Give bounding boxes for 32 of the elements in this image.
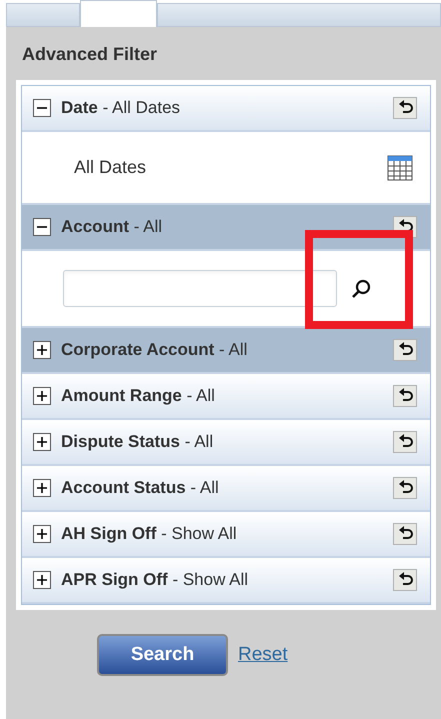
collapse-icon[interactable] — [33, 99, 51, 117]
section-header[interactable]: Account - All — [22, 205, 430, 251]
expand-icon[interactable] — [33, 525, 51, 543]
search-button[interactable]: Search — [97, 634, 228, 676]
reset-icon[interactable] — [393, 385, 417, 407]
section-title: APR Sign Off - Show All — [61, 569, 250, 592]
search-icon[interactable] — [350, 278, 372, 300]
expand-icon[interactable] — [33, 341, 51, 359]
section-title: Corporate Account - All — [61, 339, 248, 362]
reset-icon[interactable] — [393, 569, 417, 591]
section-header[interactable]: Corporate Account - All — [22, 328, 430, 374]
section-title: Dispute Status - All — [61, 431, 214, 454]
panel-title: Advanced Filter — [21, 43, 158, 66]
expand-icon[interactable] — [33, 479, 51, 497]
section-title: Date - All Dates — [61, 97, 182, 120]
calendar-icon[interactable] — [387, 154, 413, 180]
reset-link[interactable]: Reset — [238, 640, 288, 670]
section-title: Account Status - All — [61, 477, 220, 500]
expand-icon[interactable] — [33, 433, 51, 451]
expand-icon[interactable] — [33, 571, 51, 589]
account-input-field[interactable] — [63, 270, 337, 307]
reset-icon[interactable] — [393, 431, 417, 453]
collapse-icon[interactable] — [33, 218, 51, 236]
section-title: AH Sign Off - Show All — [61, 523, 238, 546]
section-title: Account - All — [61, 216, 164, 238]
section-title: Amount Range - All — [61, 385, 216, 408]
reset-icon[interactable] — [393, 339, 417, 361]
reset-icon[interactable] — [393, 523, 417, 545]
expand-icon[interactable] — [33, 387, 51, 405]
reset-icon[interactable] — [393, 477, 417, 499]
date-text: All Dates — [74, 156, 148, 179]
reset-icon[interactable] — [393, 97, 417, 119]
